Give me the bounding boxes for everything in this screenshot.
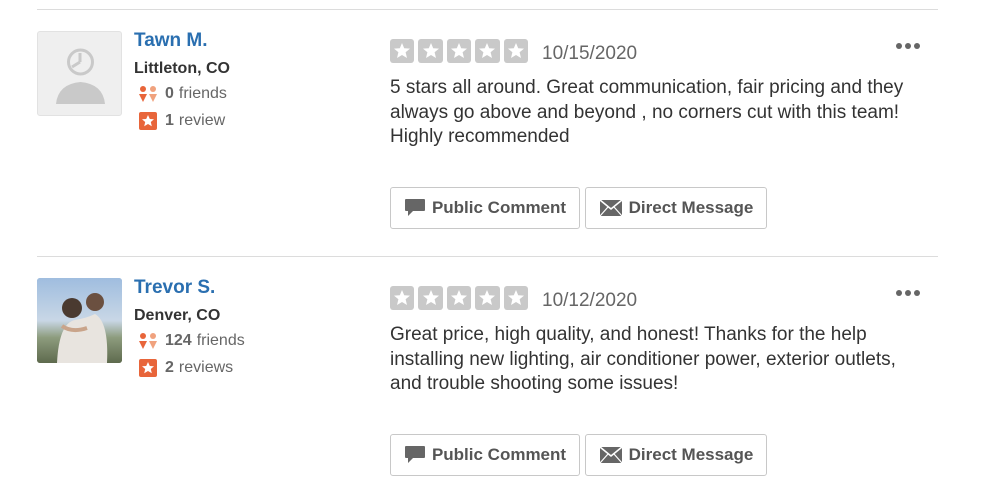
friends-stat: 0 friends — [137, 85, 227, 103]
review-label: reviews — [178, 359, 234, 376]
default-avatar[interactable] — [37, 31, 122, 116]
envelope-icon — [599, 199, 623, 217]
review-item: Tawn M. Littleton, CO 0 friends 1 review… — [0, 9, 1000, 257]
star-icon — [390, 39, 415, 64]
star-rating — [390, 286, 528, 311]
default-user-icon — [56, 48, 105, 104]
star-icon — [446, 286, 472, 311]
friends-icon — [137, 85, 159, 103]
friends-stat: 124 friends — [137, 332, 245, 350]
review-label: review — [178, 112, 226, 129]
speech-bubble-icon — [404, 445, 426, 465]
friends-label: friends — [178, 85, 227, 102]
user-photo[interactable] — [37, 278, 122, 363]
review-item: Trevor S. Denver, CO 124 friends 2 revie… — [0, 256, 1000, 494]
public-comment-label: Public Comment — [431, 198, 567, 217]
review-star-icon — [137, 359, 159, 377]
star-icon — [475, 39, 500, 64]
star-rating — [390, 39, 528, 64]
star-icon — [503, 286, 528, 311]
user-photo-image — [37, 278, 122, 363]
speech-bubble-icon — [404, 198, 426, 218]
review-count-stat: 2 reviews — [137, 359, 233, 377]
star-icon — [418, 286, 443, 311]
user-location: Denver, CO — [134, 307, 221, 324]
direct-message-label: Direct Message — [628, 445, 754, 464]
friends-icon — [137, 332, 159, 350]
user-location: Littleton, CO — [134, 60, 230, 77]
review-count-stat: 1 review — [137, 112, 225, 130]
star-icon — [418, 39, 443, 64]
star-icon — [446, 39, 472, 64]
review-count: 2 — [165, 359, 174, 376]
direct-message-button[interactable]: Direct Message — [585, 187, 767, 229]
public-comment-button[interactable]: Public Comment — [390, 434, 580, 476]
more-options-icon[interactable] — [893, 36, 923, 56]
user-name-link[interactable]: Trevor S. — [134, 277, 215, 299]
direct-message-label: Direct Message — [628, 198, 754, 217]
review-text: 5 stars all around. Great communication,… — [390, 77, 904, 147]
friends-label: friends — [196, 332, 245, 349]
friends-count: 0 — [165, 85, 174, 102]
review-text: Great price, high quality, and honest! T… — [390, 324, 896, 394]
review-count: 1 — [165, 112, 174, 129]
star-icon — [390, 286, 415, 311]
review-star-icon — [137, 112, 159, 130]
direct-message-button[interactable]: Direct Message — [585, 434, 767, 476]
more-options-icon[interactable] — [893, 283, 923, 303]
public-comment-button[interactable]: Public Comment — [390, 187, 580, 229]
review-date: 10/15/2020 — [542, 43, 638, 64]
public-comment-label: Public Comment — [431, 445, 567, 464]
friends-count: 124 — [165, 332, 192, 349]
envelope-icon — [599, 446, 623, 464]
star-icon — [503, 39, 528, 64]
star-icon — [475, 286, 500, 311]
user-name-link[interactable]: Tawn M. — [134, 30, 208, 52]
review-date: 10/12/2020 — [542, 290, 638, 311]
